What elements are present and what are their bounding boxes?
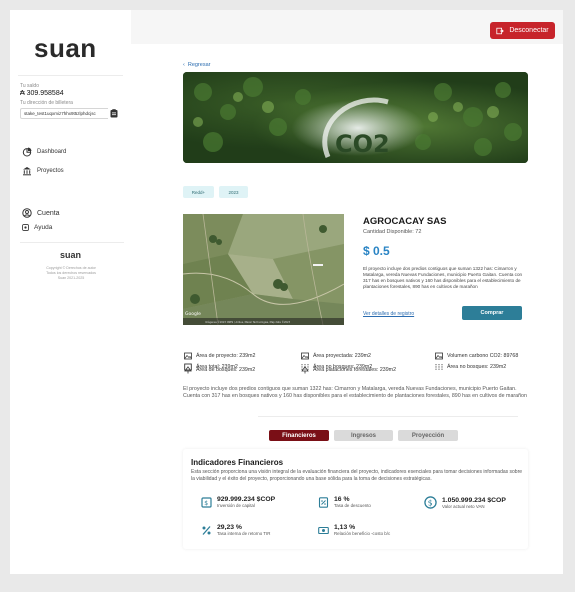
map-image: Google Imágenes ©2023 CNES / Airbus, Max…: [183, 214, 344, 325]
financial-title: Indicadores Financieros: [191, 458, 284, 467]
sidebar-item-ayuda[interactable]: Ayuda: [22, 224, 52, 231]
kpi-benefit-cost: 1,13 % Relación beneficio -costo b/c: [318, 524, 390, 536]
kpi-capital-investment: $ 929.999.234 $COP Inversión de capital: [201, 496, 275, 508]
app-logo[interactable]: suan: [34, 33, 97, 64]
sidebar-item-label: Dashboard: [37, 149, 67, 155]
divider: [18, 75, 123, 76]
help-icon: [22, 224, 29, 231]
logout-icon: [496, 27, 505, 34]
kpi-discount-rate: 16 % Tasa de descuento: [318, 496, 371, 508]
svg-text:Imágenes ©2023 CNES / Airbus,: Imágenes ©2023 CNES / Airbus, Maxar Tech…: [205, 321, 291, 324]
carbon-volume: Volumen carbono CO2: 89768: [435, 352, 518, 360]
copy-wallet-button[interactable]: [108, 107, 119, 120]
back-link[interactable]: ‹ Regresar: [183, 62, 210, 68]
token-price: $ 0.5: [363, 244, 390, 258]
tag-year: 2023: [219, 186, 248, 198]
kpi-npv: $ 1.050.999.234 $COP Valor actual neto VA…: [424, 496, 506, 509]
bank-icon: [23, 167, 31, 176]
wallet-label: Tu dirección de billetera: [20, 100, 73, 106]
sidebar-item-dashboard[interactable]: Dashboard: [22, 147, 66, 157]
tree-icon: [184, 366, 192, 374]
svg-text:$: $: [428, 498, 433, 507]
sidebar-item-cuenta[interactable]: Cuenta: [22, 208, 60, 218]
logout-button[interactable]: Desconectar: [490, 22, 555, 39]
buy-button[interactable]: Comprar: [462, 306, 522, 320]
clipboard-icon: [110, 109, 117, 118]
document-dollar-icon: $: [201, 496, 212, 508]
user-circle-icon: [22, 208, 32, 218]
area-non-forest-2: Área no bosques: 239m2: [435, 363, 506, 371]
landscape-icon: [301, 352, 309, 360]
sidebar-item-label: Proyectos: [37, 168, 64, 174]
landscape-icon: [184, 352, 192, 360]
percent-icon: [202, 525, 211, 535]
copyright-text: Copyright © Derechos de autor Todos los …: [46, 266, 96, 280]
project-hero-image: CO2: [183, 72, 528, 163]
cash-icon: [318, 526, 329, 534]
kpi-irr: 29,23 % Tasa interna de retorno TIR: [201, 524, 270, 536]
company-name: AGROCACAY SAS: [363, 216, 447, 227]
divider: [258, 416, 518, 417]
project-description: El proyecto incluye dos predios contiguo…: [183, 386, 527, 399]
logout-label: Desconectar: [509, 27, 549, 34]
area-forest: Área de bosques: 239m2: [184, 366, 255, 374]
tab-proyeccion[interactable]: Proyección: [398, 430, 458, 441]
discount-document-icon: [318, 496, 329, 508]
balance-value: ₳ 309.958584: [20, 90, 64, 97]
project-summary: El proyecto incluye dos predios contiguo…: [363, 266, 523, 289]
landscape-icon: [435, 352, 443, 360]
chevron-left-icon: ‹: [183, 62, 185, 68]
area-plantations: Área plataciones forestales: 239m2: [301, 366, 396, 374]
sidebar-item-label: Cuenta: [37, 209, 60, 217]
svg-text:$: $: [204, 500, 208, 507]
sidebar-item-proyectos[interactable]: Proyectos: [22, 166, 64, 176]
footer-logo: suan: [59, 250, 81, 260]
tab-ingresos[interactable]: Ingresos: [334, 430, 393, 441]
area-projected: Área proyectada: 239m2: [301, 352, 371, 360]
tree-split-icon: [435, 364, 443, 370]
balance-label: Tu saldo: [20, 83, 39, 89]
tree-icon: [301, 366, 309, 374]
dollar-circle-icon: $: [424, 496, 437, 509]
divider: [20, 242, 124, 243]
satellite-map[interactable]: Google Imágenes ©2023 CNES / Airbus, Max…: [183, 214, 344, 325]
sidebar: suan Tu saldo ₳ 309.958584 Tu dirección …: [10, 10, 131, 574]
wallet-address-field[interactable]: stake_test1uqxmiz7hhx9t5zlphdcjsc: [20, 108, 113, 119]
forest-co2-image: CO2: [183, 72, 528, 163]
sidebar-item-label: Ayuda: [34, 224, 53, 231]
financial-description: Esta sección proporciona una visión inte…: [191, 469, 523, 482]
tag-redd: Redd+: [183, 186, 214, 198]
tab-financieros[interactable]: Financieros: [269, 430, 329, 441]
available-quantity: Cantidad Disponible: 72: [363, 229, 422, 235]
svg-text:CO2: CO2: [335, 130, 390, 158]
pie-chart-icon: [22, 147, 32, 157]
svg-text:Google: Google: [185, 311, 201, 317]
registry-details-link[interactable]: Ver detalles de registro: [363, 311, 414, 317]
area-project: Área de proyecto: 239m2: [184, 352, 255, 360]
